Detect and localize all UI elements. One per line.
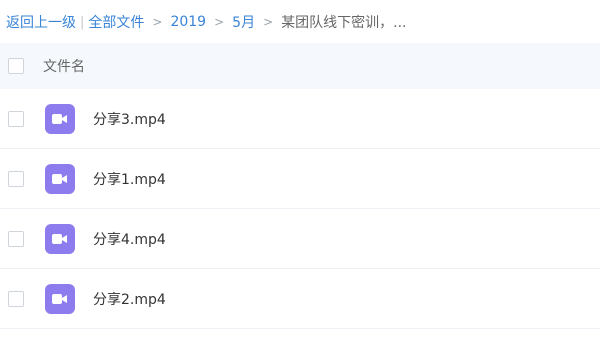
row-checkbox[interactable] <box>8 290 24 307</box>
back-link[interactable]: 返回上一级 <box>6 12 76 32</box>
chevron-right-icon: > <box>152 15 163 29</box>
video-file-icon <box>45 283 75 314</box>
select-all-checkbox[interactable] <box>8 58 24 74</box>
file-row[interactable]: 分享1.mp4 <box>0 149 600 209</box>
breadcrumb: 返回上一级 | 全部文件 > 2019 > 5月 > 某团队线下密训，... <box>6 10 407 34</box>
video-file-icon <box>45 103 75 134</box>
file-name[interactable]: 分享2.mp4 <box>93 289 166 309</box>
breadcrumb-item-year[interactable]: 2019 <box>170 14 206 30</box>
chevron-right-icon: > <box>214 15 225 29</box>
row-checkbox[interactable] <box>8 230 24 247</box>
breadcrumb-item-month[interactable]: 5月 <box>232 12 255 32</box>
file-name[interactable]: 分享4.mp4 <box>93 229 166 249</box>
video-file-icon <box>45 223 75 254</box>
file-row[interactable]: 分享2.mp4 <box>0 269 600 329</box>
file-row[interactable]: 分享4.mp4 <box>0 209 600 269</box>
breadcrumb-divider: | <box>80 14 85 30</box>
file-list: 分享3.mp4 分享1.mp4 分享4.mp4 分享2.mp4 <box>0 89 600 329</box>
row-checkbox[interactable] <box>8 110 24 127</box>
breadcrumb-current: 某团队线下密训，... <box>281 15 407 31</box>
all-files-link[interactable]: 全部文件 <box>88 12 144 32</box>
file-name[interactable]: 分享1.mp4 <box>93 169 166 189</box>
chevron-right-icon: > <box>263 15 274 29</box>
file-name[interactable]: 分享3.mp4 <box>93 109 166 129</box>
file-row[interactable]: 分享3.mp4 <box>0 89 600 149</box>
file-list-header: 文件名 <box>0 43 600 89</box>
video-file-icon <box>45 163 75 194</box>
column-header-filename[interactable]: 文件名 <box>43 56 85 76</box>
row-checkbox[interactable] <box>8 170 24 187</box>
